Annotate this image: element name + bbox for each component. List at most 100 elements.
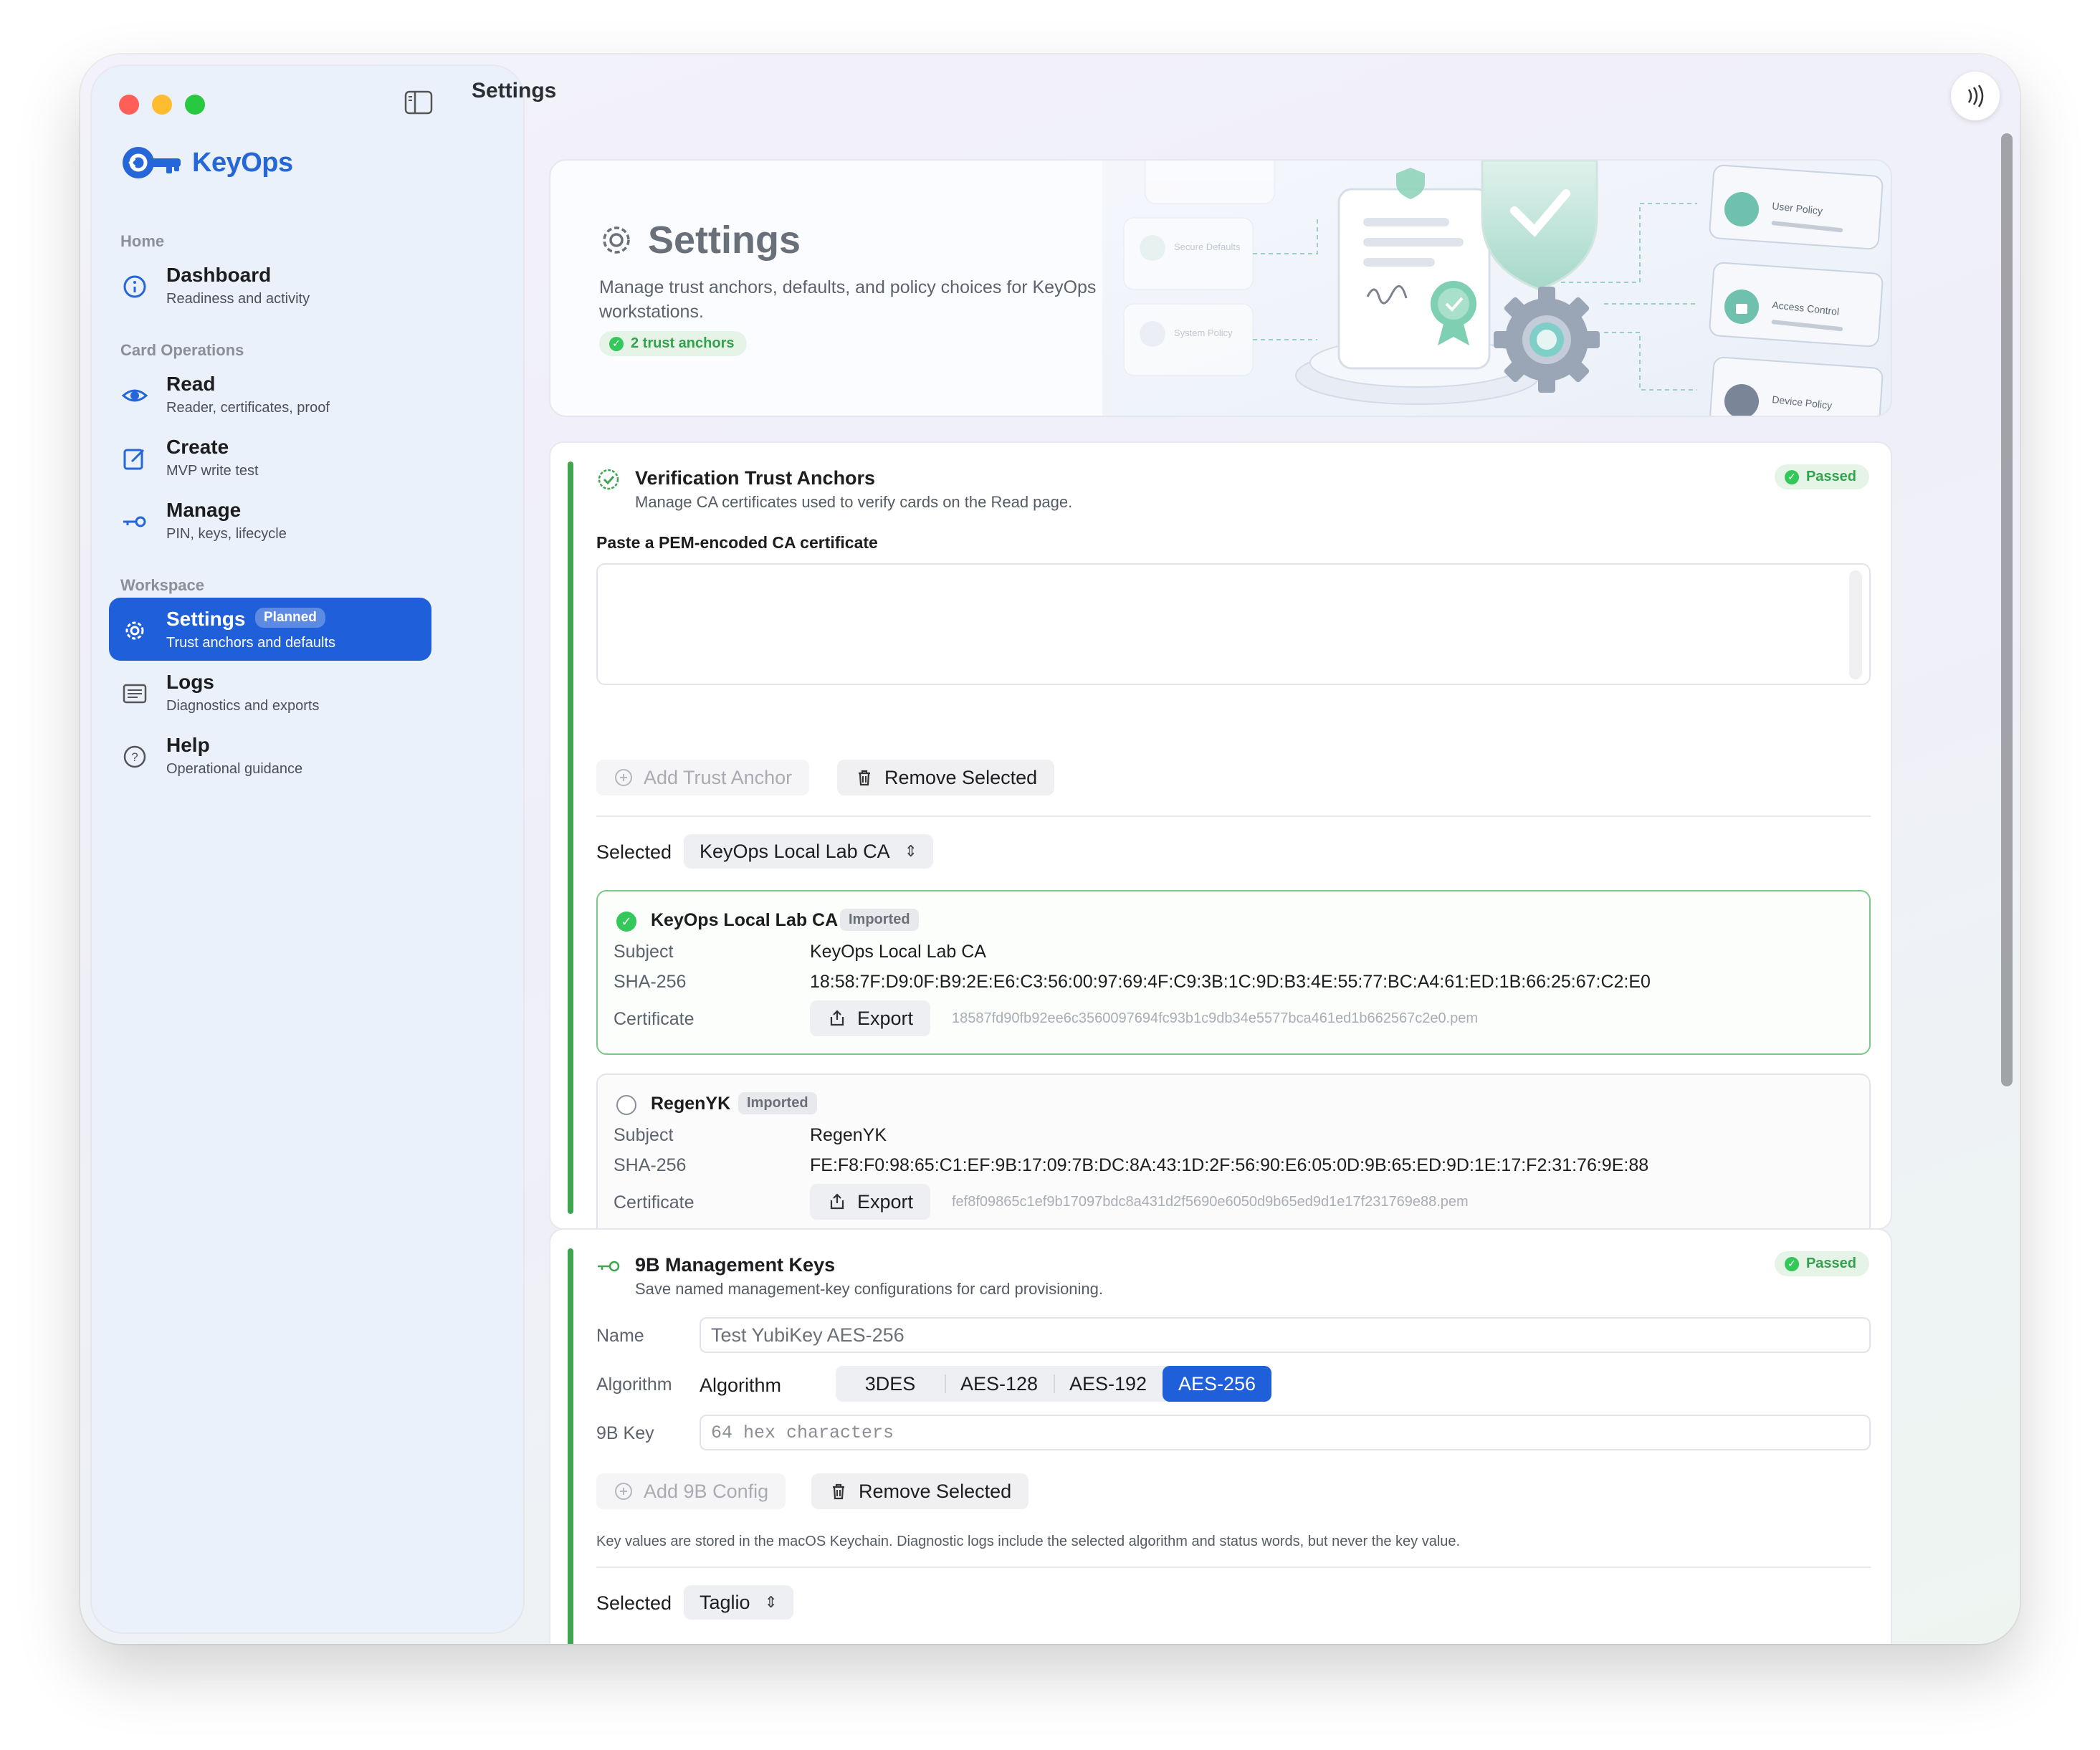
certificate-label: Certificate — [614, 1192, 695, 1213]
export-cert-button[interactable]: Export — [810, 1184, 931, 1220]
cert-filename: fef8f09865c1ef9b17097bdc8a431d2f5690e605… — [952, 1194, 1469, 1210]
main-scrollbar[interactable] — [2001, 133, 2013, 1638]
button-label: Remove Selected — [859, 1480, 1012, 1502]
selected-label: Selected — [596, 841, 672, 863]
management-keys-card: 9B Management Keys Save named management… — [549, 1228, 1892, 1644]
remove-selected-config-button[interactable]: Remove Selected — [811, 1473, 1029, 1509]
hero-art-label: System Policy — [1174, 327, 1233, 338]
sidebar-item-settings[interactable]: Settings Planned Trust anchors and defau… — [109, 598, 431, 661]
brand: KeyOps — [120, 145, 293, 181]
section-label-card-operations: Card Operations — [120, 341, 244, 359]
card-accent-bar — [568, 462, 573, 1214]
section-label-workspace: Workspace — [120, 576, 204, 594]
hero-art-label: Secure Defaults — [1174, 242, 1241, 252]
status-badge: ✓ Passed — [1774, 464, 1869, 489]
updown-chevron-icon: ⇕ — [904, 842, 918, 860]
export-cert-button[interactable]: Export — [810, 1000, 931, 1036]
sidebar-item-title: Create — [166, 436, 229, 458]
card-subtitle: Manage CA certificates used to verify ca… — [635, 493, 1073, 511]
sidebar-item-title: Settings — [166, 608, 246, 630]
nfc-icon — [1967, 85, 1984, 107]
management-key-select[interactable]: Taglio ⇕ — [684, 1585, 793, 1620]
button-label: Add 9B Config — [644, 1480, 769, 1502]
trust-anchor-select[interactable]: KeyOps Local Lab CA ⇕ — [684, 834, 934, 869]
nfc-reader-button[interactable] — [1951, 72, 2000, 120]
key-hex-input[interactable]: 64 hex characters — [700, 1415, 1871, 1450]
zoom-window-button[interactable] — [185, 95, 205, 115]
select-value: Taglio — [700, 1591, 750, 1613]
button-label: Export — [857, 1007, 914, 1029]
svg-text:?: ? — [131, 750, 138, 764]
card-title: Verification Trust Anchors — [635, 467, 876, 489]
trash-icon — [833, 1483, 844, 1500]
algorithm-option-aes192[interactable]: AES-192 — [1054, 1366, 1163, 1402]
sidebar-item-logs[interactable]: Logs Diagnostics and exports — [109, 661, 431, 724]
sidebar-item-subtitle: Diagnostics and exports — [166, 698, 320, 714]
imported-badge: Imported — [840, 909, 919, 931]
key-icon — [598, 1261, 620, 1272]
trust-anchor-cert-item[interactable]: ✓ KeyOps Local Lab CA Imported Subject K… — [596, 890, 1871, 1055]
sidebar-item-title: Help — [166, 734, 210, 756]
textarea-scrollbar[interactable] — [1849, 570, 1862, 679]
help-icon: ? — [123, 745, 146, 768]
key-name-input[interactable]: Test YubiKey AES-256 — [700, 1317, 1871, 1353]
trash-icon — [859, 770, 870, 786]
key-label: 9B Key — [596, 1423, 654, 1443]
remove-selected-anchor-button[interactable]: Remove Selected — [837, 760, 1055, 795]
dashboard-icon — [123, 275, 146, 298]
sidebar-item-subtitle: Readiness and activity — [166, 291, 310, 307]
export-icon — [830, 1193, 844, 1210]
sidebar-toggle-icon[interactable] — [404, 90, 433, 115]
cert-filename: 18587fd90fb92ee6c3560097694fc93b1c9db34e… — [952, 1010, 1479, 1026]
input-placeholder: 64 hex characters — [711, 1422, 894, 1443]
cert-name: RegenYK — [651, 1094, 731, 1114]
card-subtitle: Save named management-key configurations… — [635, 1280, 1104, 1298]
planned-badge: Planned — [255, 608, 325, 628]
unselected-radio-icon[interactable] — [616, 1095, 636, 1115]
pem-certificate-textarea[interactable] — [596, 563, 1871, 685]
app-window: KeyOps Home Dashboard Readiness and acti… — [80, 54, 2020, 1644]
name-label: Name — [596, 1326, 644, 1346]
trust-anchor-count-badge: ✓ 2 trust anchors — [599, 331, 748, 356]
gear-icon — [125, 621, 144, 640]
check-icon: ✓ — [1784, 1256, 1799, 1271]
minimize-window-button[interactable] — [152, 95, 172, 115]
subject-value: KeyOps Local Lab CA — [810, 942, 986, 962]
export-icon — [830, 1010, 844, 1026]
sidebar-item-help[interactable]: ? Help Operational guidance — [109, 724, 431, 787]
subject-value: RegenYK — [810, 1125, 887, 1145]
close-window-button[interactable] — [119, 95, 139, 115]
eye-icon — [122, 389, 148, 402]
algorithm-option-aes256[interactable]: AES-256 — [1163, 1366, 1271, 1402]
status-text: Passed — [1805, 469, 1856, 484]
button-label: Add Trust Anchor — [644, 766, 793, 788]
sidebar-item-manage[interactable]: Manage PIN, keys, lifecycle — [109, 489, 431, 552]
sidebar: KeyOps Home Dashboard Readiness and acti… — [92, 66, 523, 1632]
settings-gear-icon — [603, 226, 630, 254]
divider — [596, 1567, 1871, 1568]
sha256-value: FE:F8:F0:98:65:C1:EF:9B:17:09:7B:DC:8A:4… — [810, 1155, 1649, 1175]
selected-radio-icon[interactable]: ✓ — [616, 912, 636, 932]
hero-illustration: Secure Defaults System Policy User Polic… — [1102, 161, 1891, 416]
section-label-home: Home — [120, 232, 165, 250]
algorithm-inline-label: Algorithm — [700, 1374, 782, 1396]
trust-anchor-cert-item[interactable]: RegenYK Imported Subject RegenYK SHA-256… — [596, 1074, 1871, 1228]
sidebar-item-read[interactable]: Read Reader, certificates, proof — [109, 363, 431, 426]
sidebar-item-dashboard[interactable]: Dashboard Readiness and activity — [109, 254, 431, 317]
algorithm-option-aes128[interactable]: AES-128 — [945, 1366, 1054, 1402]
check-icon: ✓ — [609, 336, 624, 351]
algorithm-segmented-control[interactable]: 3DES AES-128 AES-192 AES-256 — [836, 1366, 1271, 1402]
hero-subtitle: Manage trust anchors, defaults, and poli… — [599, 277, 1097, 322]
add-trust-anchor-button[interactable]: Add Trust Anchor — [596, 760, 810, 795]
algorithm-option-3des[interactable]: 3DES — [836, 1366, 945, 1402]
trust-anchor-count: 2 trust anchors — [631, 335, 735, 351]
card-title: 9B Management Keys — [635, 1254, 836, 1276]
add-9b-config-button[interactable]: Add 9B Config — [596, 1473, 786, 1509]
keyops-logo-icon — [123, 147, 181, 178]
hero-banner: Settings Manage trust anchors, defaults,… — [549, 159, 1892, 417]
toolbar-title: Settings — [472, 79, 557, 102]
trust-anchors-card: Verification Trust Anchors Manage CA cer… — [549, 441, 1892, 1230]
key-icon — [123, 516, 146, 527]
scrollbar-thumb[interactable] — [2001, 133, 2013, 1086]
sidebar-item-create[interactable]: Create MVP write test — [109, 426, 431, 489]
